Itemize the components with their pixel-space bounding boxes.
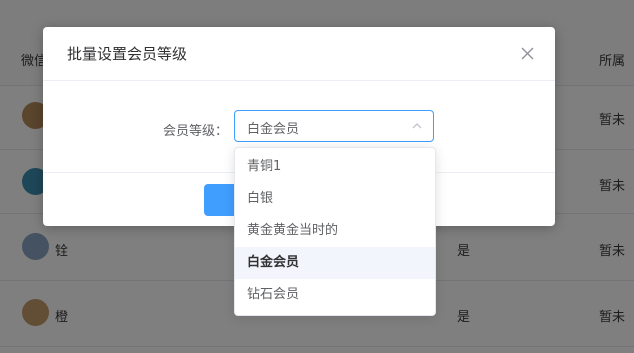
member-level-select[interactable]: 白金会员 <box>234 110 434 142</box>
dropdown-option[interactable]: 黄金黄金当时的 <box>235 215 435 247</box>
close-button[interactable] <box>513 40 541 68</box>
member-level-dropdown: 青铜1 白银 黄金黄金当时的 白金会员 钻石会员 <box>234 147 436 316</box>
dialog-divider <box>43 80 555 81</box>
select-value: 白金会员 <box>247 122 300 137</box>
dropdown-option[interactable]: 钻石会员 <box>235 279 435 311</box>
dropdown-option-selected[interactable]: 白金会员 <box>235 247 435 279</box>
member-level-label: 会员等级： <box>163 124 229 139</box>
dialog-title: 批量设置会员等级 <box>67 45 188 63</box>
close-icon <box>521 47 534 60</box>
dropdown-option[interactable]: 白银 <box>235 183 435 215</box>
chevron-up-icon <box>412 123 422 129</box>
dropdown-option[interactable]: 青铜1 <box>235 151 435 183</box>
